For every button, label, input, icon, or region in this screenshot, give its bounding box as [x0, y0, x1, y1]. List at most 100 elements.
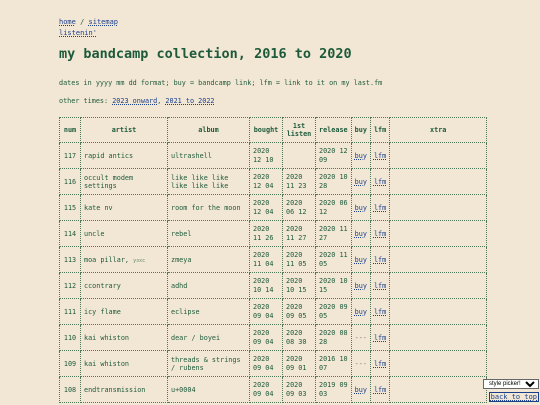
row-release: 2020 08 28	[315, 324, 352, 351]
link-2023-onward[interactable]: 2023 onward	[112, 97, 157, 105]
row-album: dear / boyei	[167, 324, 250, 351]
row-lfm-link[interactable]: lfm	[374, 282, 386, 290]
row-artist-name: ccontrary	[84, 281, 121, 290]
row-release: 2020 11 05	[315, 246, 352, 273]
table-header-row: num artist album bought 1st listen relea…	[59, 117, 488, 143]
row-buy-cell: buy	[350, 272, 371, 299]
row-lfm-link[interactable]: lfm	[374, 386, 386, 394]
row-lfm-cell: lfm	[369, 324, 391, 351]
header-bought: bought	[249, 117, 283, 143]
row-buy-cell: buy	[350, 220, 371, 247]
row-artist-name: moa pillar,	[84, 255, 130, 264]
row-artist-extra: узхс	[133, 257, 146, 264]
row-buy-none: ---	[350, 350, 371, 377]
row-bought: 2020 10 14	[249, 272, 283, 299]
row-lfm-link[interactable]: lfm	[374, 178, 386, 186]
row-buy-link[interactable]: buy	[355, 178, 367, 186]
row-artist-name: endtransmission	[84, 385, 146, 394]
row-artist: icy flame	[80, 298, 168, 325]
row-album: room for the moon	[167, 194, 250, 221]
row-album: rebel	[167, 220, 250, 247]
row-lfm-link[interactable]: lfm	[374, 256, 386, 264]
row-lfm-link[interactable]: lfm	[374, 230, 386, 238]
listenin-link[interactable]: listenin'	[59, 29, 97, 37]
row-artist: moa pillar, узхс	[80, 246, 168, 273]
row-lfm-link[interactable]: lfm	[374, 334, 386, 342]
row-artist: rapid antics	[80, 142, 168, 169]
row-buy-cell: buy	[350, 246, 371, 273]
row-album: like like like like like like	[167, 168, 250, 195]
row-first-listen: 2020 09 03	[282, 376, 316, 403]
collection-table: num artist album bought 1st listen relea…	[59, 117, 488, 403]
row-artist: kai whiston	[80, 350, 168, 377]
row-buy-cell: buy	[350, 376, 371, 403]
home-link[interactable]: home	[59, 18, 76, 26]
row-release: 2016 10 07	[315, 350, 352, 377]
row-buy-link[interactable]: buy	[355, 282, 367, 290]
row-num: 117	[59, 142, 81, 169]
row-album: threads & strings / rubens	[167, 350, 250, 377]
table-row: 113 moa pillar, узхс zmeya 2020 11 04 2020 1…	[59, 246, 488, 273]
row-xtra	[389, 324, 488, 351]
row-num: 112	[59, 272, 81, 299]
back-to-top-link[interactable]: back to top	[488, 392, 539, 402]
table-row: 110 kai whiston dear / boyei 2020 09 04 202…	[59, 324, 488, 351]
row-buy-link[interactable]: buy	[355, 386, 367, 394]
row-artist-name: kate nv	[84, 203, 113, 212]
row-artist: ccontrary	[80, 272, 168, 299]
header-buy: buy	[350, 117, 371, 143]
table-row: 109 kai whiston threads & strings / ruben…	[59, 350, 488, 377]
row-xtra	[389, 350, 488, 377]
row-album: adhd	[167, 272, 250, 299]
row-release: 2020 11 27	[315, 220, 352, 247]
row-first-listen: 2020 11 05	[282, 246, 316, 273]
row-buy-link[interactable]: buy	[355, 308, 367, 316]
row-first-listen	[282, 142, 316, 169]
row-first-listen: 2020 09 05	[282, 298, 316, 325]
row-artist: uncle	[80, 220, 168, 247]
row-release: 2020 12 09	[315, 142, 352, 169]
row-buy-cell: buy	[350, 168, 371, 195]
row-release: 2020 10 28	[315, 168, 352, 195]
row-buy-link[interactable]: buy	[355, 256, 367, 264]
header-release: release	[315, 117, 352, 143]
row-num: 116	[59, 168, 81, 195]
row-artist-name: kai whiston	[84, 333, 130, 342]
other-times: other times: 2023 onward, 2021 to 2022	[59, 97, 215, 105]
row-lfm-cell: lfm	[369, 298, 391, 325]
row-num: 113	[59, 246, 81, 273]
page-description: dates in yyyy mm dd format; buy = bandca…	[59, 79, 383, 87]
row-first-listen: 2020 11 27	[282, 220, 316, 247]
row-xtra	[389, 298, 488, 325]
row-lfm-cell: lfm	[369, 168, 391, 195]
row-buy-link[interactable]: buy	[355, 204, 367, 212]
table-row: 108 endtransmission u+0004 2020 09 04 2020 …	[59, 376, 488, 403]
row-lfm-link[interactable]: lfm	[374, 308, 386, 316]
row-release: 2020 06 12	[315, 194, 352, 221]
header-lfm: lfm	[369, 117, 391, 143]
row-first-listen: 2020 11 23	[282, 168, 316, 195]
row-buy-link[interactable]: buy	[355, 230, 367, 238]
row-release: 2019 09 03	[315, 376, 352, 403]
row-buy-link[interactable]: buy	[355, 152, 367, 160]
row-first-listen: 2020 06 12	[282, 194, 316, 221]
row-lfm-link[interactable]: lfm	[374, 360, 386, 368]
row-bought: 2020 12 04	[249, 168, 283, 195]
row-lfm-link[interactable]: lfm	[374, 152, 386, 160]
header-num: num	[59, 117, 81, 143]
header-xtra: xtra	[389, 117, 488, 143]
row-lfm-link[interactable]: lfm	[374, 204, 386, 212]
row-xtra	[389, 376, 488, 403]
row-lfm-cell: lfm	[369, 272, 391, 299]
row-xtra	[389, 142, 488, 169]
row-bought: 2020 09 04	[249, 324, 283, 351]
row-bought: 2020 12 04	[249, 194, 283, 221]
table-row: 115 kate nv room for the moon 2020 12 04 20…	[59, 194, 488, 221]
style-picker-select[interactable]: style picker!	[483, 379, 539, 389]
row-buy-cell: buy	[350, 298, 371, 325]
header-album: album	[167, 117, 250, 143]
link-2021-to-2022[interactable]: 2021 to 2022	[165, 97, 214, 105]
sitemap-link[interactable]: sitemap	[89, 18, 119, 26]
row-artist-name: kai whiston	[84, 359, 130, 368]
row-xtra	[389, 168, 488, 195]
